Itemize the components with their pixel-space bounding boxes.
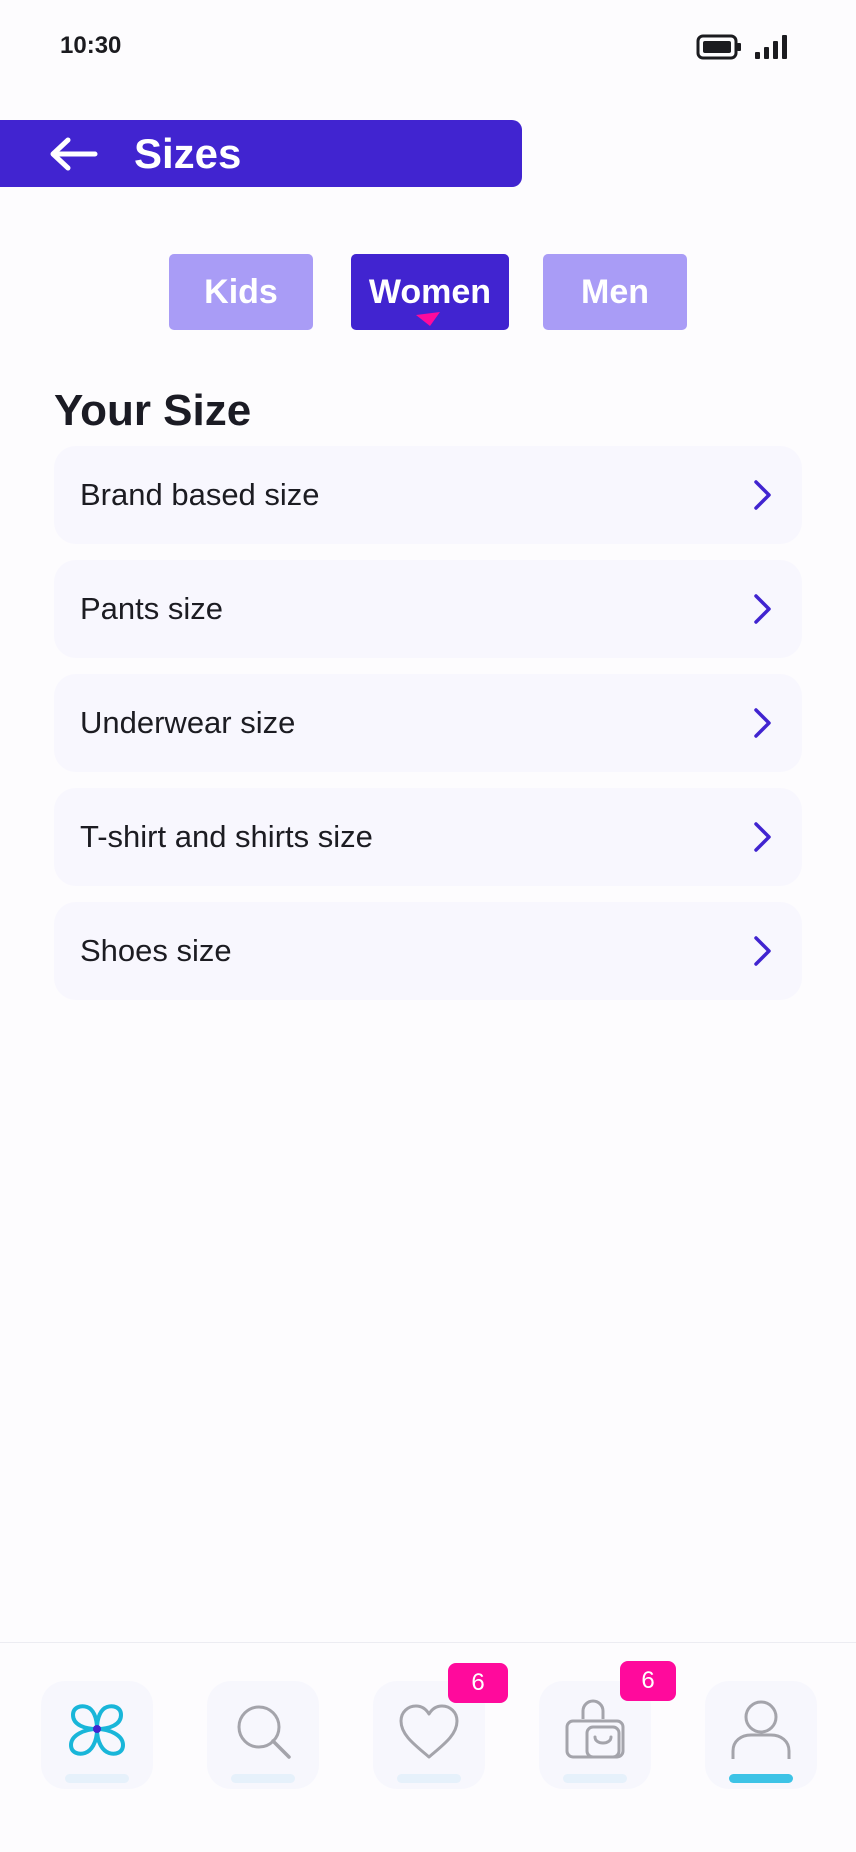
heart-icon — [399, 1704, 459, 1759]
nav-indicator — [397, 1774, 461, 1783]
bottom-nav: 6 6 — [0, 1642, 856, 1852]
nav-indicator — [563, 1774, 627, 1783]
battery-icon — [696, 34, 741, 60]
nav-indicator — [231, 1774, 295, 1783]
nav-indicator-active — [729, 1774, 793, 1783]
nav-indicator — [65, 1774, 129, 1783]
cursor-pointer-icon — [416, 312, 440, 326]
chevron-right-icon — [754, 936, 771, 966]
favorites-count-badge: 6 — [448, 1663, 508, 1703]
tab-kids[interactable]: Kids — [169, 254, 313, 330]
search-icon — [237, 1705, 291, 1759]
cart-count-badge: 6 — [620, 1661, 676, 1701]
chevron-right-icon — [754, 480, 771, 510]
logo-icon — [69, 1704, 125, 1756]
nav-search[interactable] — [207, 1681, 319, 1789]
nav-profile[interactable] — [705, 1681, 817, 1789]
signal-icon — [755, 35, 787, 59]
nav-home[interactable] — [41, 1681, 153, 1789]
list-item-tshirt-size[interactable]: T-shirt and shirts size — [54, 788, 802, 886]
section-title: Your Size — [54, 386, 252, 435]
list-item-label: Underwear size — [80, 705, 296, 740]
status-time: 10:30 — [60, 32, 122, 59]
list-item-brand-based-size[interactable]: Brand based size — [54, 446, 802, 544]
tab-men[interactable]: Men — [543, 254, 687, 330]
header-bar: Sizes — [0, 120, 522, 187]
chevron-right-icon — [754, 822, 771, 852]
arrow-left-icon[interactable] — [48, 137, 98, 171]
size-list: Brand based size Pants size Underwear si… — [54, 446, 802, 1016]
shopping-bag-icon — [565, 1699, 625, 1759]
status-icons — [696, 34, 790, 60]
page-title: Sizes — [134, 129, 242, 177]
list-item-label: T-shirt and shirts size — [80, 819, 373, 854]
list-item-label: Shoes size — [80, 933, 232, 968]
screen: 10:30 Sizes Kids Women Men Your Size Bra — [0, 0, 856, 1852]
chevron-right-icon — [754, 708, 771, 738]
chevron-right-icon — [754, 594, 771, 624]
list-item-label: Pants size — [80, 591, 224, 626]
user-icon — [731, 1700, 791, 1759]
list-item-shoes-size[interactable]: Shoes size — [54, 902, 802, 1000]
list-item-label: Brand based size — [80, 477, 320, 512]
list-item-pants-size[interactable]: Pants size — [54, 560, 802, 658]
list-item-underwear-size[interactable]: Underwear size — [54, 674, 802, 772]
